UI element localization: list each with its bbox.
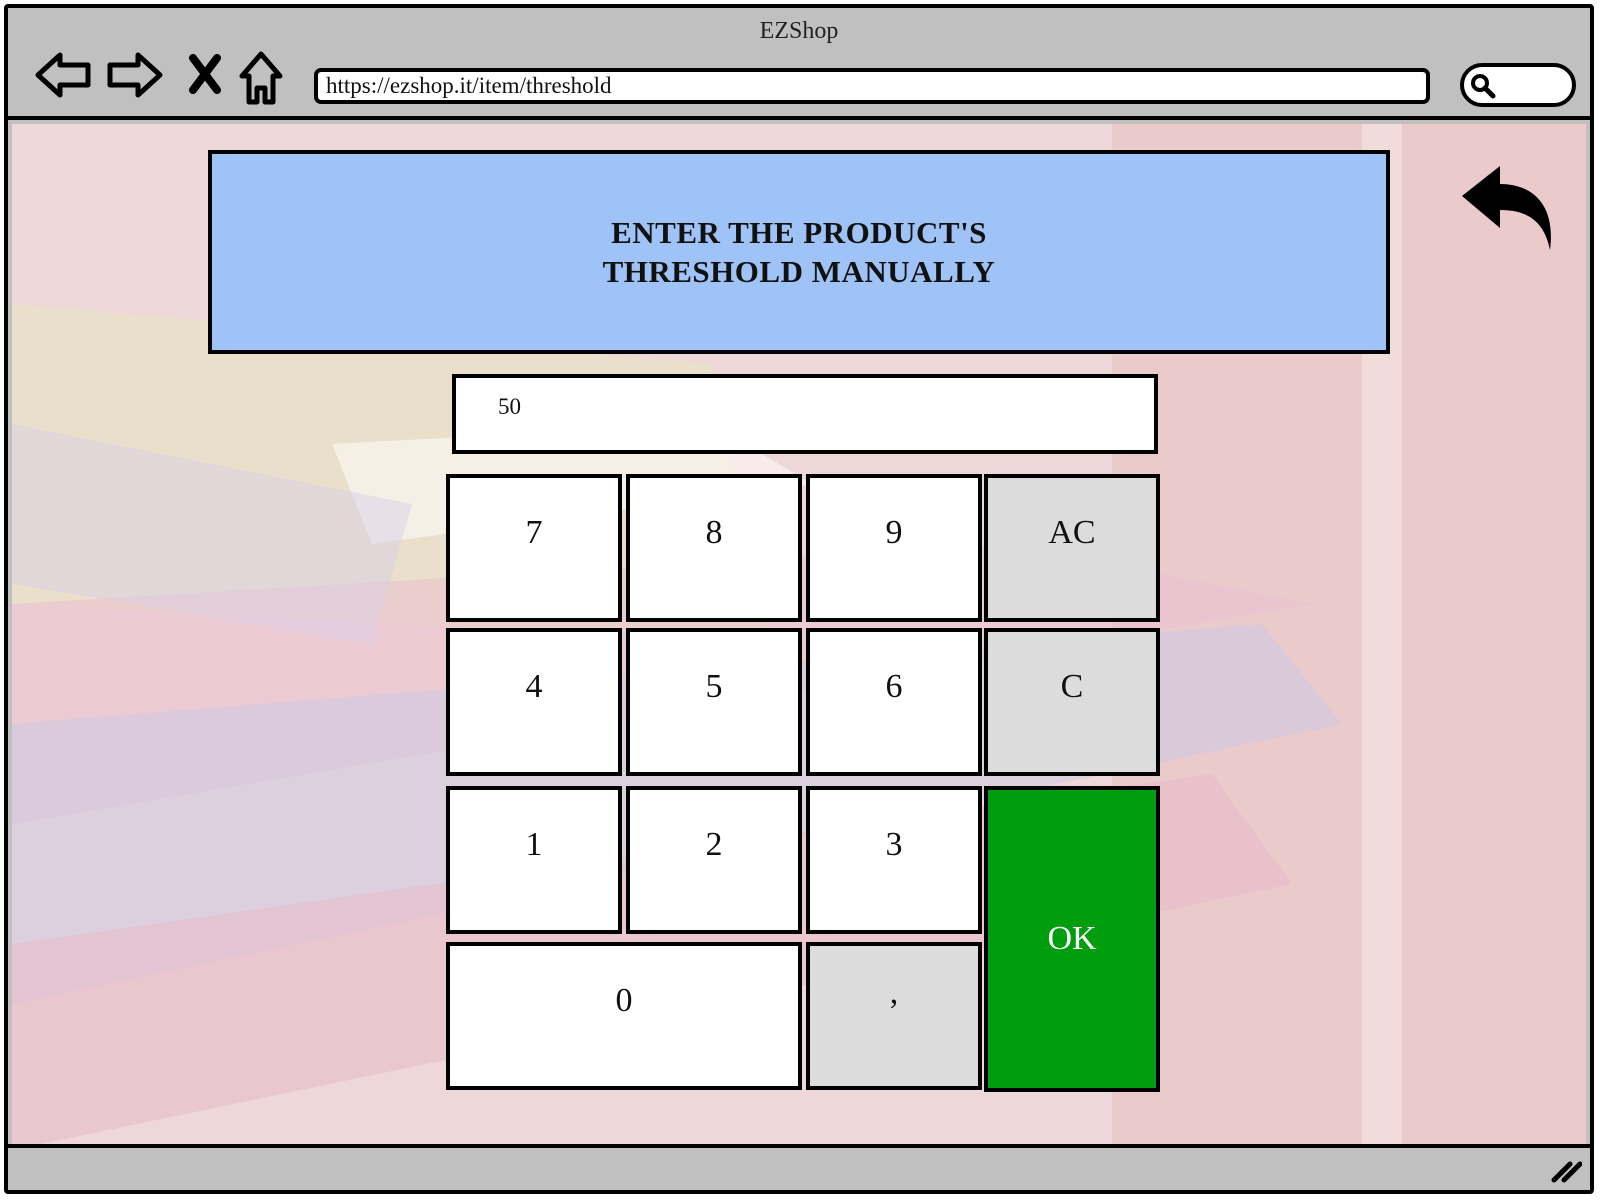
home-icon[interactable] <box>238 50 284 106</box>
key-4[interactable]: 4 <box>446 628 622 776</box>
page-title: ENTER THE PRODUCT'S THRESHOLD MANUALLY <box>602 215 996 289</box>
key-9[interactable]: 9 <box>806 474 982 622</box>
key-3[interactable]: 3 <box>806 786 982 934</box>
key-6[interactable]: 6 <box>806 628 982 776</box>
key-5[interactable]: 5 <box>626 628 802 776</box>
key-7[interactable]: 7 <box>446 474 622 622</box>
threshold-value: 50 <box>498 394 521 419</box>
return-arrow-icon[interactable] <box>1460 164 1556 254</box>
clear-button[interactable]: C <box>984 628 1160 776</box>
status-bar <box>8 1144 1590 1190</box>
ok-button[interactable]: OK <box>984 786 1160 1092</box>
page-content: ENTER THE PRODUCT'S THRESHOLD MANUALLY 5… <box>12 124 1586 1150</box>
threshold-input[interactable]: 50 <box>452 374 1158 454</box>
stop-icon[interactable] <box>188 54 222 94</box>
all-clear-button[interactable]: AC <box>984 474 1160 622</box>
decimal-comma-button[interactable]: , <box>806 942 982 1090</box>
key-8[interactable]: 8 <box>626 474 802 622</box>
key-2[interactable]: 2 <box>626 786 802 934</box>
url-bar[interactable]: https://ezshop.it/item/threshold <box>314 68 1430 104</box>
window-title: EZShop <box>759 18 839 44</box>
back-arrow-icon[interactable] <box>34 50 92 100</box>
page-title-banner: ENTER THE PRODUCT'S THRESHOLD MANUALLY <box>208 150 1390 354</box>
resize-grip-icon[interactable] <box>1550 1156 1582 1184</box>
forward-arrow-icon[interactable] <box>106 50 164 100</box>
search-icon <box>1471 74 1496 99</box>
browser-window: EZShop https://ezshop.it/item/threshold <box>4 4 1594 1194</box>
key-1[interactable]: 1 <box>446 786 622 934</box>
search-box[interactable] <box>1460 63 1576 107</box>
key-0[interactable]: 0 <box>446 942 802 1090</box>
browser-toolbar: EZShop https://ezshop.it/item/threshold <box>8 8 1590 120</box>
